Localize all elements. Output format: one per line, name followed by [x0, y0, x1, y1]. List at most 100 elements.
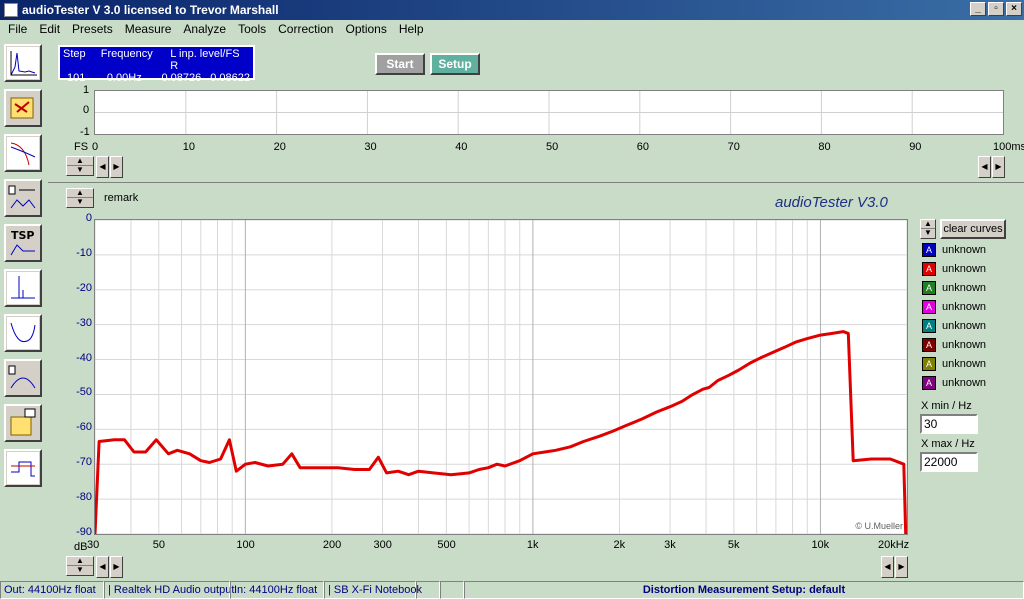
- legend-item[interactable]: Aunknown: [922, 262, 986, 276]
- measurement-info: Step Frequency L inp. level/FS R 101 0.0…: [58, 45, 255, 84]
- status-output-format: Out: 44100Hz float: [0, 581, 104, 599]
- scope-x-tick: 100ms: [993, 141, 1024, 153]
- setup-button[interactable]: Setup: [430, 53, 480, 75]
- level-right-value: 0.08622: [210, 72, 251, 84]
- header-level: L inp. level/FS R: [170, 48, 240, 72]
- menu-analyze[interactable]: Analyze: [177, 22, 232, 36]
- menu-help[interactable]: Help: [393, 22, 430, 36]
- scope-x-tick: 40: [455, 141, 468, 153]
- app-icon: [4, 3, 18, 17]
- chart-y-tick: -50: [76, 386, 92, 399]
- scope-x-tick: 80: [818, 141, 831, 153]
- header-frequency: Frequency: [100, 48, 153, 60]
- distortion-chart: [93, 219, 908, 536]
- legend-item[interactable]: Aunknown: [922, 281, 986, 295]
- spectrum-icon: [7, 47, 39, 79]
- tool-speaker-button[interactable]: [4, 179, 42, 217]
- tool-preset-speaker-button[interactable]: [4, 404, 42, 442]
- tool-spectrum-button[interactable]: [4, 44, 42, 82]
- maximize-button[interactable]: ▫: [988, 2, 1004, 16]
- chart-y-tick: 0: [85, 212, 92, 224]
- xmax-label: X max / Hz: [921, 438, 975, 450]
- scope-scroll-right[interactable]: ▶: [110, 156, 123, 178]
- legend-item[interactable]: Aunknown: [922, 357, 986, 371]
- legend-swatch-icon[interactable]: A: [922, 338, 936, 352]
- menu-tools[interactable]: Tools: [232, 22, 272, 36]
- clear-curves-button[interactable]: clear curves: [940, 219, 1006, 239]
- menu-bar: File Edit Presets Measure Analyze Tools …: [0, 20, 1024, 38]
- legend-swatch-icon[interactable]: A: [922, 262, 936, 276]
- chart-panel: © U.Mueller: [93, 219, 908, 536]
- menu-edit[interactable]: Edit: [33, 22, 66, 36]
- chart-zoom-right[interactable]: ▶: [895, 556, 908, 578]
- tool-sidebar: TSP: [4, 44, 46, 494]
- chart-scroll-left[interactable]: ◀: [96, 556, 109, 578]
- legend-swatch-icon[interactable]: A: [922, 357, 936, 371]
- chart-y-tick: -40: [76, 351, 92, 364]
- status-bar: Out: 44100Hz float | Realtek HD Audio ou…: [0, 581, 1024, 600]
- legend-label: unknown: [942, 244, 987, 256]
- status-empty-2: [440, 581, 464, 599]
- legend-label: unknown: [942, 282, 987, 294]
- legend-swatch-icon[interactable]: A: [922, 243, 936, 257]
- scope-x-tick: 90: [909, 141, 922, 153]
- tool-presets-button[interactable]: [4, 89, 42, 127]
- start-button[interactable]: Start: [375, 53, 425, 75]
- chart-zoom-left[interactable]: ◀: [881, 556, 894, 578]
- tool-filter-button[interactable]: [4, 134, 42, 172]
- legend-label: unknown: [942, 301, 987, 313]
- credit-label: © U.Mueller: [855, 521, 903, 531]
- title-bar: audioTester V 3.0 licensed to Trevor Mar…: [0, 0, 1024, 20]
- presets-icon: [10, 97, 34, 119]
- status-empty-1: [416, 581, 440, 599]
- legend-item[interactable]: Aunknown: [922, 338, 986, 352]
- legend-item[interactable]: Aunknown: [922, 243, 986, 257]
- tool-impedance-button[interactable]: [4, 314, 42, 352]
- menu-presets[interactable]: Presets: [66, 22, 119, 36]
- chart-x-tick: 200: [322, 539, 342, 551]
- chart-top-spinner[interactable]: ▲ ▼: [66, 188, 94, 208]
- minimize-button[interactable]: _: [970, 2, 986, 16]
- tool-step-button[interactable]: [4, 449, 42, 487]
- status-output-device-name: Realtek HD Audio output: [113, 584, 235, 596]
- legend-swatch-icon[interactable]: A: [922, 300, 936, 314]
- scope-zoom-right[interactable]: ▶: [992, 156, 1005, 178]
- tool-speaker2-button[interactable]: [4, 359, 42, 397]
- menu-options[interactable]: Options: [339, 22, 392, 36]
- close-button[interactable]: ×: [1006, 2, 1022, 16]
- legend-swatch-icon[interactable]: A: [922, 319, 936, 333]
- scope-fs-label: FS: [74, 141, 89, 153]
- chart-x-tick: 2k: [613, 539, 626, 551]
- impulse-icon: [7, 272, 39, 304]
- chart-y-tick: -60: [76, 421, 92, 434]
- xmin-input[interactable]: 30: [920, 414, 978, 434]
- tool-impulse-button[interactable]: [4, 269, 42, 307]
- legend-label: unknown: [942, 320, 987, 332]
- tool-tsp-button[interactable]: TSP: [4, 224, 42, 262]
- scope-x-tick: 60: [636, 141, 650, 153]
- level-left-value: 0.08726: [161, 72, 202, 84]
- chart-x-tick: 3k: [664, 539, 676, 551]
- xmax-input[interactable]: 22000: [920, 452, 978, 472]
- preset-speaker-icon: [10, 408, 36, 436]
- chart-bottom-spinner[interactable]: ▲ ▼: [66, 556, 94, 576]
- legend-item[interactable]: Aunknown: [922, 300, 986, 314]
- scope-zoom-left[interactable]: ◀: [978, 156, 991, 178]
- legend-swatch-icon[interactable]: A: [922, 376, 936, 390]
- menu-correction[interactable]: Correction: [272, 22, 339, 36]
- menu-file[interactable]: File: [2, 22, 33, 36]
- legend-item[interactable]: Aunknown: [922, 319, 986, 333]
- legend-swatch-icon[interactable]: A: [922, 281, 936, 295]
- chart-scroll-right[interactable]: ▶: [110, 556, 123, 578]
- scope-y-spinner[interactable]: ▲ ▼: [66, 156, 94, 176]
- divider: [48, 182, 1024, 183]
- impedance-icon: [7, 317, 39, 349]
- legend-spinner[interactable]: ▲ ▼: [920, 219, 936, 239]
- menu-measure[interactable]: Measure: [119, 22, 178, 36]
- tsp-icon: TSP: [10, 229, 35, 256]
- scope-scroll-left[interactable]: ◀: [96, 156, 109, 178]
- legend-item[interactable]: Aunknown: [922, 376, 986, 390]
- scope-x-tick: 50: [546, 141, 559, 153]
- chart-x-tick: 30: [87, 539, 100, 551]
- scope-panel: [94, 90, 1004, 135]
